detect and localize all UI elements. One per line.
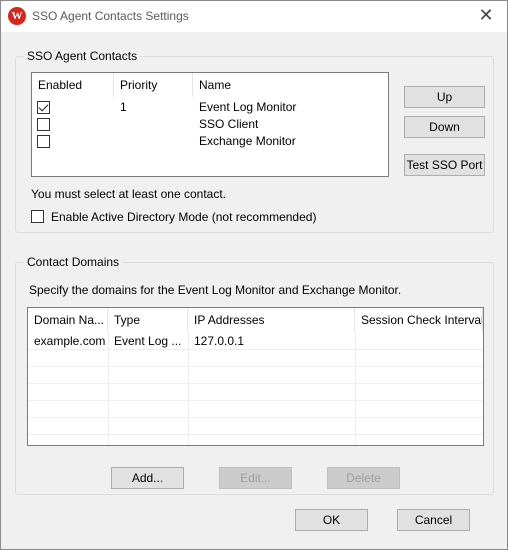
watchguard-icon: W (8, 7, 26, 25)
grid-line (28, 417, 483, 418)
contact-domains-table[interactable]: Domain Na... Type IP Addresses Session C… (27, 307, 484, 446)
contact-priority: 1 (120, 100, 127, 114)
ip-addresses-cell: 127.0.0.1 (194, 334, 245, 348)
up-button[interactable]: Up (404, 86, 485, 108)
contact-enabled-checkbox[interactable] (37, 118, 50, 131)
grid-line (28, 400, 483, 401)
close-icon[interactable]: ✕ (471, 3, 501, 29)
test-sso-port-button[interactable]: Test SSO Port (404, 154, 485, 176)
contact-name: SSO Client (199, 117, 259, 131)
ad-mode-checkbox[interactable] (31, 210, 44, 223)
grid-line (28, 383, 483, 384)
sso-contacts-list-header: Enabled Priority Name (32, 73, 388, 97)
list-item[interactable]: 1 Event Log Monitor (32, 99, 388, 116)
list-item[interactable]: Exchange Monitor (32, 133, 388, 150)
contact-domains-group-label: Contact Domains (24, 255, 123, 269)
contact-enabled-checkbox[interactable] (37, 101, 50, 114)
column-header-enabled[interactable]: Enabled (32, 73, 114, 97)
domain-name-cell: example.com (34, 334, 106, 348)
contact-priority (114, 116, 193, 133)
table-row[interactable]: example.com Event Log ... 127.0.0.1 (28, 333, 483, 350)
edit-domain-button[interactable]: Edit... (219, 467, 292, 489)
contact-domains-description: Specify the domains for the Event Log Mo… (29, 283, 402, 297)
ok-button[interactable]: OK (295, 509, 368, 531)
down-button[interactable]: Down (404, 116, 485, 138)
contact-name: Event Log Monitor (199, 100, 297, 114)
column-header-priority[interactable]: Priority (114, 73, 193, 97)
column-header-session-check-interval[interactable]: Session Check Interval (355, 308, 483, 332)
list-item[interactable]: SSO Client (32, 116, 388, 133)
cancel-button[interactable]: Cancel (397, 509, 470, 531)
contact-enabled-checkbox[interactable] (37, 135, 50, 148)
grid-line (28, 366, 483, 367)
add-domain-button[interactable]: Add... (111, 467, 184, 489)
column-header-domain-name[interactable]: Domain Na... (28, 308, 108, 332)
delete-domain-button[interactable]: Delete (327, 467, 400, 489)
contact-domains-table-header: Domain Na... Type IP Addresses Session C… (28, 308, 483, 332)
column-header-ip-addresses[interactable]: IP Addresses (188, 308, 355, 332)
sso-agent-contacts-group-label: SSO Agent Contacts (24, 49, 141, 63)
title-bar[interactable]: W SSO Agent Contacts Settings ✕ (1, 1, 507, 32)
window-title: SSO Agent Contacts Settings (32, 9, 189, 23)
contact-requirement-hint: You must select at least one contact. (31, 187, 227, 201)
ad-mode-label[interactable]: Enable Active Directory Mode (not recomm… (51, 210, 316, 224)
dialog-window: W SSO Agent Contacts Settings ✕ SSO Agen… (0, 0, 508, 550)
column-header-name[interactable]: Name (193, 73, 388, 97)
column-header-type[interactable]: Type (108, 308, 188, 332)
sso-contacts-list[interactable]: Enabled Priority Name 1 Event Log Monito… (31, 72, 389, 177)
contact-priority (114, 133, 193, 150)
type-cell: Event Log ... (114, 334, 182, 348)
session-check-interval-cell (355, 333, 483, 350)
contact-name: Exchange Monitor (199, 134, 296, 148)
grid-line (28, 434, 483, 435)
